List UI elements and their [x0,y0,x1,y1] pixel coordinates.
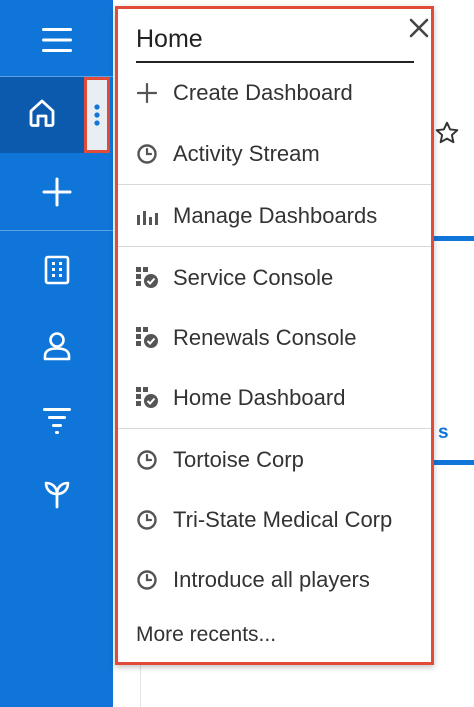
menu-item-label: Manage Dashboards [173,203,378,228]
dashboard-icon [135,266,159,290]
recent-item-tortoise-corp[interactable]: Tortoise Corp [118,432,431,488]
divider [140,662,141,707]
menu-divider [118,246,431,247]
person-icon [41,330,73,362]
sidebar-item-leads[interactable] [0,390,113,450]
more-recents-link[interactable]: More recents... [136,623,276,647]
sidebar-item-accounts[interactable] [0,240,113,300]
favorite-star-icon[interactable] [434,120,460,151]
tab-underline [434,236,474,241]
bar-chart-icon [135,204,159,228]
menu-item-manage-dashboards[interactable]: Manage Dashboards [118,188,431,244]
tab-underline [434,460,474,465]
recent-item-introduce-all-players[interactable]: Introduce all players [118,552,431,608]
home-icon [26,97,58,134]
home-dropdown-menu: Home Create Dashboard Activity Stream Ma… [115,6,434,665]
menu-item-label: Introduce all players [173,567,370,592]
dashboard-icon [135,386,159,410]
menu-item-label: Home Dashboard [173,385,346,410]
menu-item-create-dashboard[interactable]: Create Dashboard [118,65,431,121]
menu-item-service-console[interactable]: Service Console [118,250,431,306]
kebab-icon [93,103,101,127]
menu-item-label: Renewals Console [173,325,357,350]
menu-item-label: Create Dashboard [173,80,353,105]
plus-icon [135,81,159,105]
clock-icon [135,448,159,472]
clock-icon [135,142,159,166]
close-button[interactable] [408,18,430,43]
menu-divider [118,184,431,185]
clock-icon [135,568,159,592]
sidebar-item-opportunities[interactable] [0,464,113,524]
sidebar-item-quick-create[interactable] [0,160,113,224]
home-menu-toggle[interactable] [84,77,110,153]
plus-icon [41,176,73,208]
sidebar-item-home[interactable] [0,77,84,153]
sprout-icon [41,478,73,510]
divider [0,230,113,231]
recent-item-tri-state-medical-corp[interactable]: Tri-State Medical Corp [118,492,431,548]
sidebar-nav [0,0,113,707]
tab-label-fragment[interactable]: s [438,422,449,444]
filter-icon [41,404,73,436]
menu-button[interactable] [0,10,113,70]
menu-item-home-dashboard[interactable]: Home Dashboard [118,370,431,426]
menu-item-renewals-console[interactable]: Renewals Console [118,310,431,366]
building-icon [44,255,70,285]
close-icon [409,18,429,43]
sidebar-item-contacts[interactable] [0,316,113,376]
menu-item-label: Tri-State Medical Corp [173,507,393,532]
clock-icon [135,508,159,532]
menu-item-activity-stream[interactable]: Activity Stream [118,126,431,182]
menu-item-label: Service Console [173,265,334,290]
menu-title: Home [136,21,414,63]
menu-divider [118,428,431,429]
menu-icon [40,26,74,54]
dashboard-icon [135,326,159,350]
menu-item-label: Activity Stream [173,141,320,166]
menu-item-label: Tortoise Corp [173,447,304,472]
